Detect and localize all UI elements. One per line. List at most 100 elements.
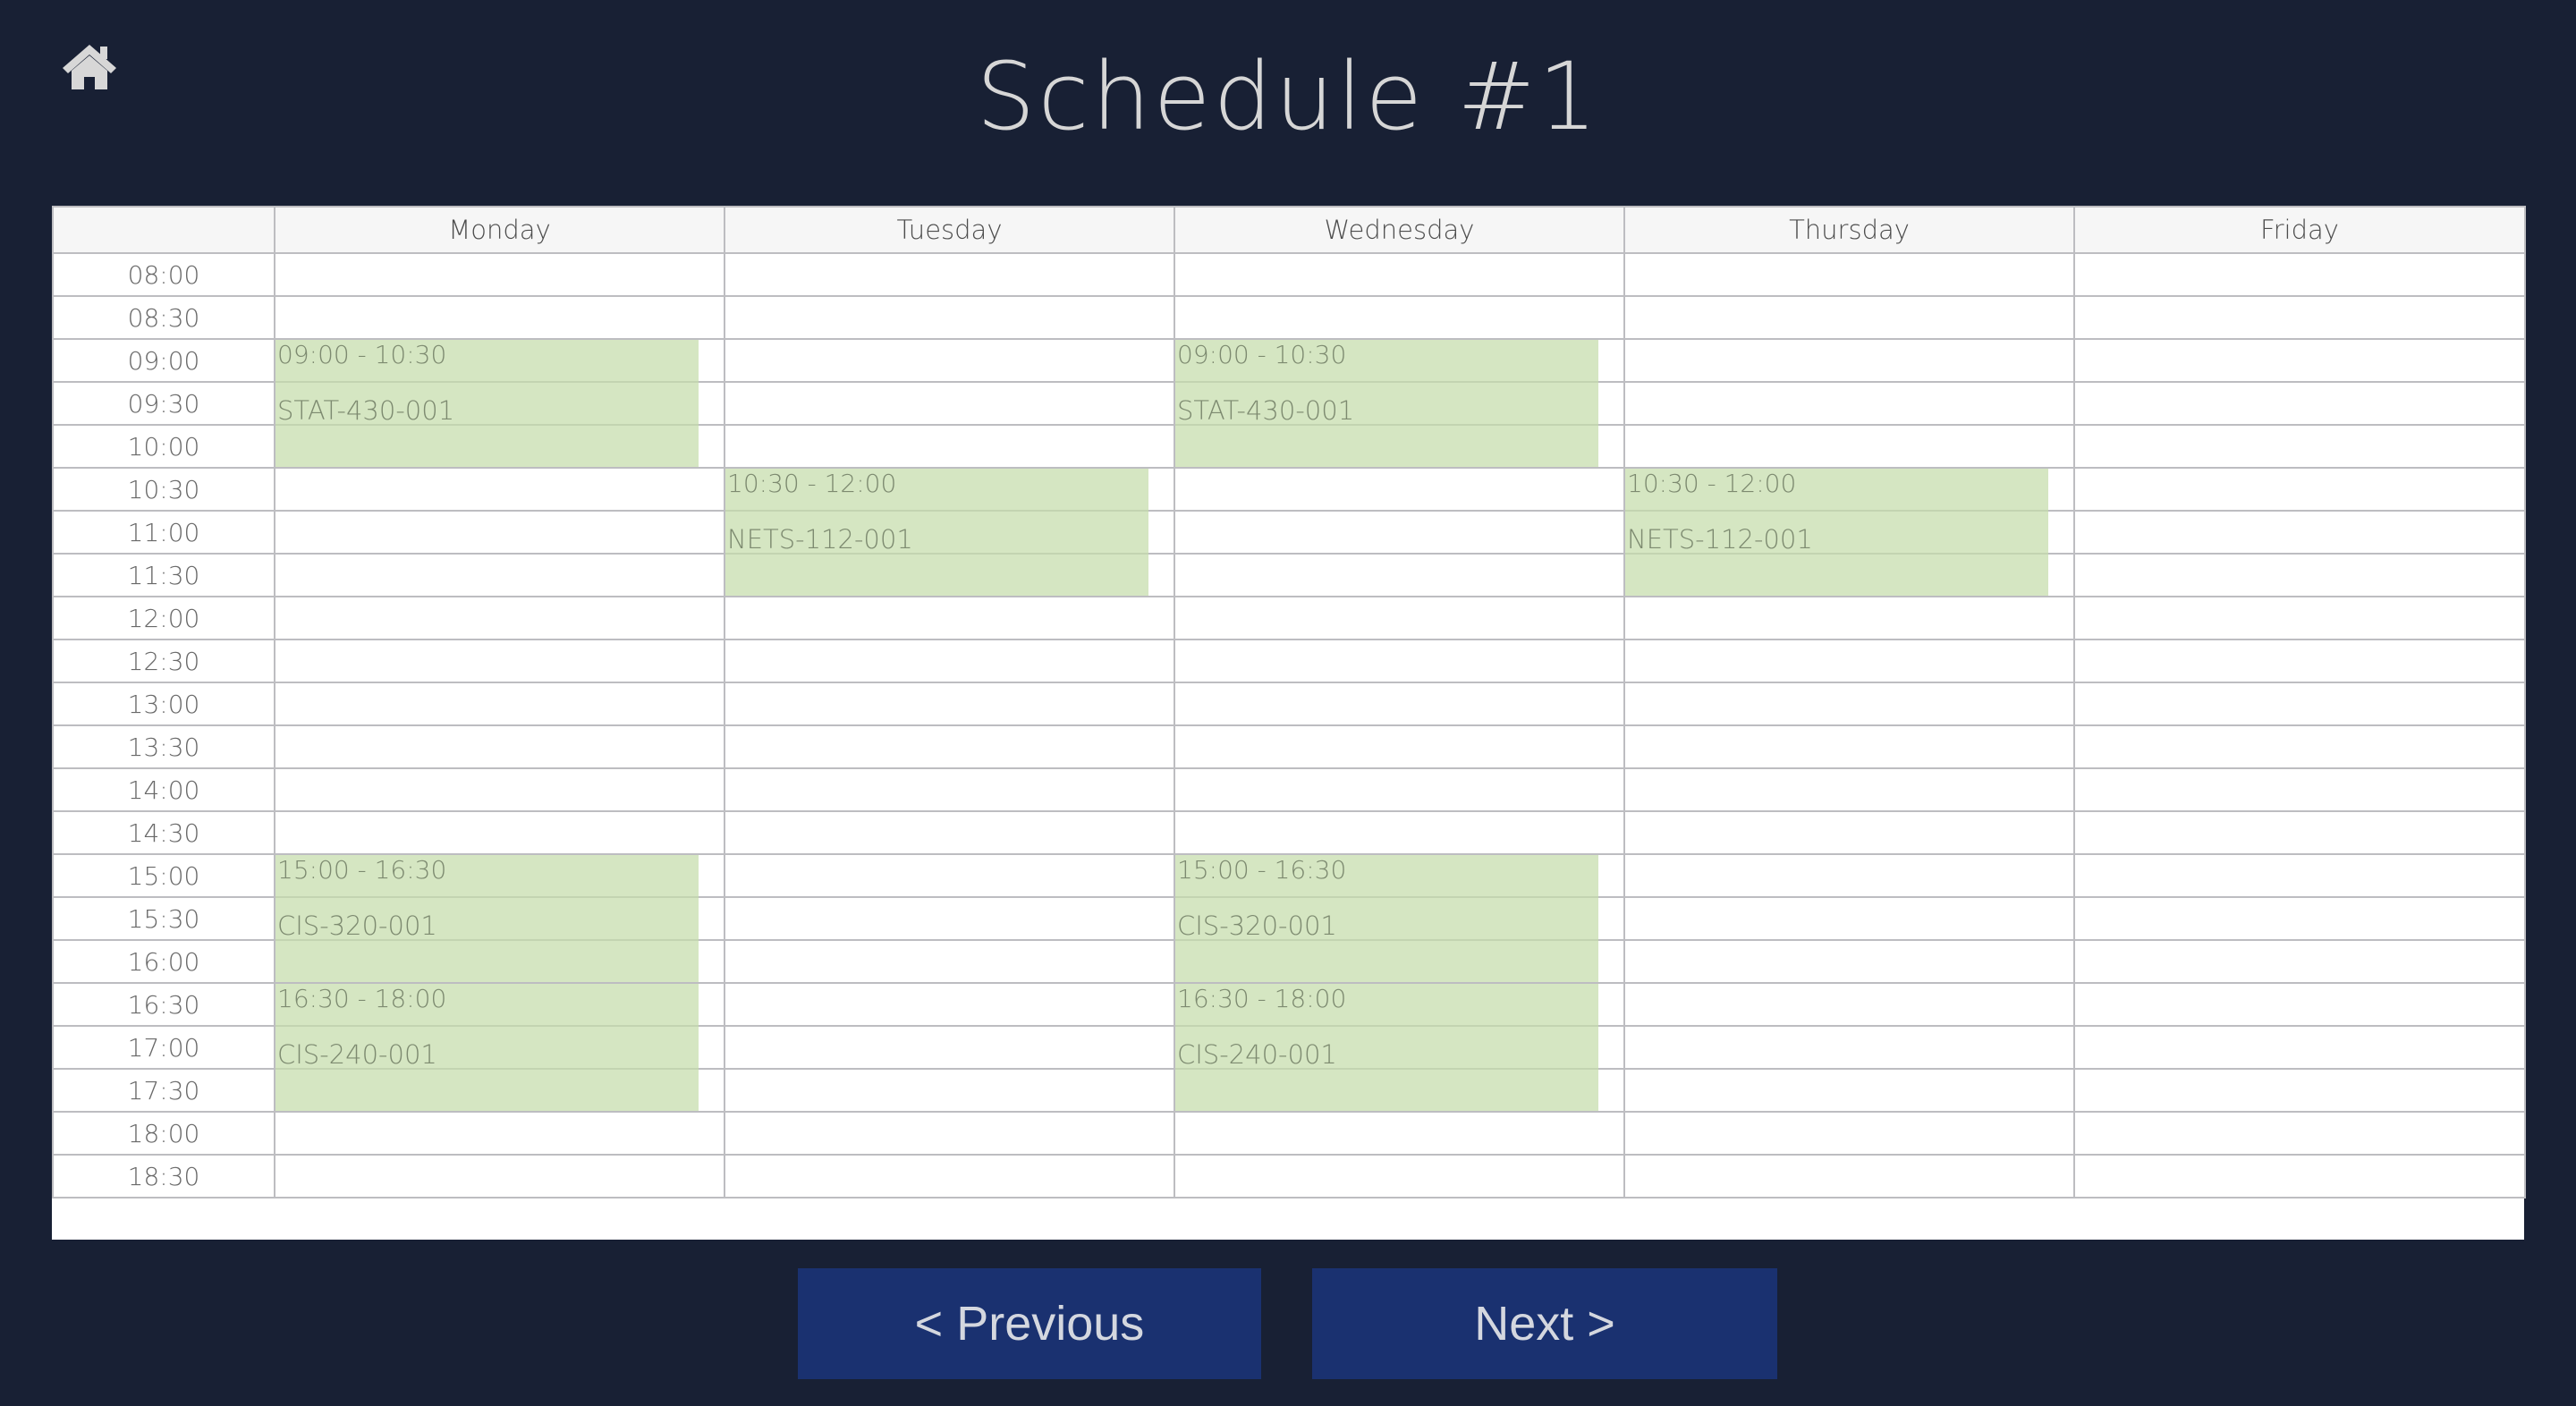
slot-cell-friday[interactable] (2073, 510, 2526, 555)
slot-cell-friday[interactable] (2073, 1154, 2526, 1198)
slot-cell-wednesday[interactable] (1174, 682, 1625, 726)
slot-cell-friday[interactable] (2073, 639, 2526, 683)
slot-cell-wednesday[interactable] (1174, 596, 1625, 640)
slot-cell-thursday[interactable] (1623, 1025, 2075, 1070)
slot-cell-monday[interactable] (274, 467, 725, 512)
slot-cell-thursday[interactable] (1623, 767, 2075, 812)
slot-cell-friday[interactable] (2073, 596, 2526, 640)
slot-cell-tuesday[interactable] (724, 939, 1175, 984)
slot-cell-friday[interactable] (2073, 381, 2526, 426)
slot-cell-thursday[interactable] (1623, 596, 2075, 640)
slot-cell-tuesday[interactable] (724, 1111, 1175, 1156)
slot-cell-tuesday[interactable] (724, 810, 1175, 855)
slot-cell-friday[interactable] (2073, 939, 2526, 984)
slot-cell-wednesday[interactable] (1174, 1111, 1625, 1156)
course-code: NETS-112-001 (1627, 524, 1813, 555)
slot-cell-friday[interactable] (2073, 982, 2526, 1027)
course-block[interactable]: 10:30 - 12:00 NETS-112-001 (1625, 469, 2048, 596)
slot-cell-tuesday[interactable] (724, 682, 1175, 726)
slot-cell-tuesday[interactable] (724, 724, 1175, 769)
slot-cell-friday[interactable] (2073, 853, 2526, 898)
slot-cell-tuesday[interactable] (724, 639, 1175, 683)
slot-cell-tuesday[interactable] (724, 1025, 1175, 1070)
slot-cell-wednesday[interactable] (1174, 724, 1625, 769)
slot-cell-thursday[interactable] (1623, 381, 2075, 426)
slot-cell-tuesday[interactable] (724, 381, 1175, 426)
next-button[interactable]: Next > (1312, 1268, 1777, 1379)
slot-cell-friday[interactable] (2073, 1068, 2526, 1113)
slot-cell-thursday[interactable] (1623, 424, 2075, 469)
slot-cell-thursday[interactable] (1623, 724, 2075, 769)
course-block[interactable]: 15:00 - 16:30 CIS-320-001 (275, 855, 699, 982)
slot-cell-wednesday[interactable] (1174, 510, 1625, 555)
slot-cell-wednesday[interactable] (1174, 1154, 1625, 1198)
slot-cell-tuesday[interactable] (724, 1068, 1175, 1113)
slot-cell-monday[interactable] (274, 596, 725, 640)
slot-cell-friday[interactable] (2073, 682, 2526, 726)
slot-cell-tuesday[interactable] (724, 596, 1175, 640)
slot-cell-friday[interactable] (2073, 295, 2526, 340)
slot-cell-friday[interactable] (2073, 1025, 2526, 1070)
slot-cell-tuesday[interactable] (724, 1154, 1175, 1198)
slot-cell-thursday[interactable] (1623, 1154, 2075, 1198)
slot-cell-thursday[interactable] (1623, 982, 2075, 1027)
slot-cell-friday[interactable] (2073, 467, 2526, 512)
slot-cell-friday[interactable] (2073, 810, 2526, 855)
slot-cell-friday[interactable] (2073, 553, 2526, 597)
slot-cell-thursday[interactable] (1623, 295, 2075, 340)
slot-cell-monday[interactable] (274, 553, 725, 597)
slot-cell-thursday[interactable] (1623, 939, 2075, 984)
slot-cell-friday[interactable] (2073, 338, 2526, 383)
slot-cell-tuesday[interactable] (724, 295, 1175, 340)
day-header-wednesday: Wednesday (1174, 206, 1625, 254)
slot-cell-tuesday[interactable] (724, 896, 1175, 941)
slot-cell-thursday[interactable] (1623, 1068, 2075, 1113)
course-block[interactable]: 15:00 - 16:30 CIS-320-001 (1175, 855, 1598, 982)
course-block[interactable]: 16:30 - 18:00 CIS-240-001 (1175, 984, 1598, 1111)
slot-cell-tuesday[interactable] (724, 853, 1175, 898)
slot-cell-monday[interactable] (274, 510, 725, 555)
slot-cell-monday[interactable] (274, 767, 725, 812)
course-block[interactable]: 09:00 - 10:30 STAT-430-001 (275, 340, 699, 467)
slot-cell-wednesday[interactable] (1174, 767, 1625, 812)
slot-cell-friday[interactable] (2073, 424, 2526, 469)
slot-cell-wednesday[interactable] (1174, 295, 1625, 340)
slot-cell-thursday[interactable] (1623, 853, 2075, 898)
slot-cell-friday[interactable] (2073, 724, 2526, 769)
slot-cell-tuesday[interactable] (724, 767, 1175, 812)
slot-cell-thursday[interactable] (1623, 1111, 2075, 1156)
slot-cell-thursday[interactable] (1623, 639, 2075, 683)
slot-cell-monday[interactable] (274, 682, 725, 726)
course-block[interactable]: 09:00 - 10:30 STAT-430-001 (1175, 340, 1598, 467)
slot-cell-monday[interactable] (274, 252, 725, 297)
slot-cell-monday[interactable] (274, 639, 725, 683)
time-label: 18:00 (52, 1111, 275, 1156)
slot-cell-tuesday[interactable] (724, 338, 1175, 383)
slot-cell-thursday[interactable] (1623, 810, 2075, 855)
slot-cell-monday[interactable] (274, 810, 725, 855)
slot-cell-thursday[interactable] (1623, 338, 2075, 383)
slot-cell-friday[interactable] (2073, 896, 2526, 941)
slot-cell-monday[interactable] (274, 724, 725, 769)
slot-cell-thursday[interactable] (1623, 682, 2075, 726)
slot-cell-friday[interactable] (2073, 252, 2526, 297)
time-row: 12:30 (52, 639, 2526, 683)
slot-cell-friday[interactable] (2073, 767, 2526, 812)
slot-cell-tuesday[interactable] (724, 252, 1175, 297)
slot-cell-monday[interactable] (274, 1111, 725, 1156)
slot-cell-thursday[interactable] (1623, 252, 2075, 297)
slot-cell-tuesday[interactable] (724, 982, 1175, 1027)
slot-cell-wednesday[interactable] (1174, 467, 1625, 512)
previous-button[interactable]: < Previous (798, 1268, 1261, 1379)
slot-cell-wednesday[interactable] (1174, 810, 1625, 855)
slot-cell-friday[interactable] (2073, 1111, 2526, 1156)
course-block[interactable]: 16:30 - 18:00 CIS-240-001 (275, 984, 699, 1111)
slot-cell-monday[interactable] (274, 1154, 725, 1198)
slot-cell-tuesday[interactable] (724, 424, 1175, 469)
slot-cell-wednesday[interactable] (1174, 553, 1625, 597)
slot-cell-wednesday[interactable] (1174, 639, 1625, 683)
slot-cell-wednesday[interactable] (1174, 252, 1625, 297)
course-block[interactable]: 10:30 - 12:00 NETS-112-001 (725, 469, 1148, 596)
slot-cell-monday[interactable] (274, 295, 725, 340)
slot-cell-thursday[interactable] (1623, 896, 2075, 941)
